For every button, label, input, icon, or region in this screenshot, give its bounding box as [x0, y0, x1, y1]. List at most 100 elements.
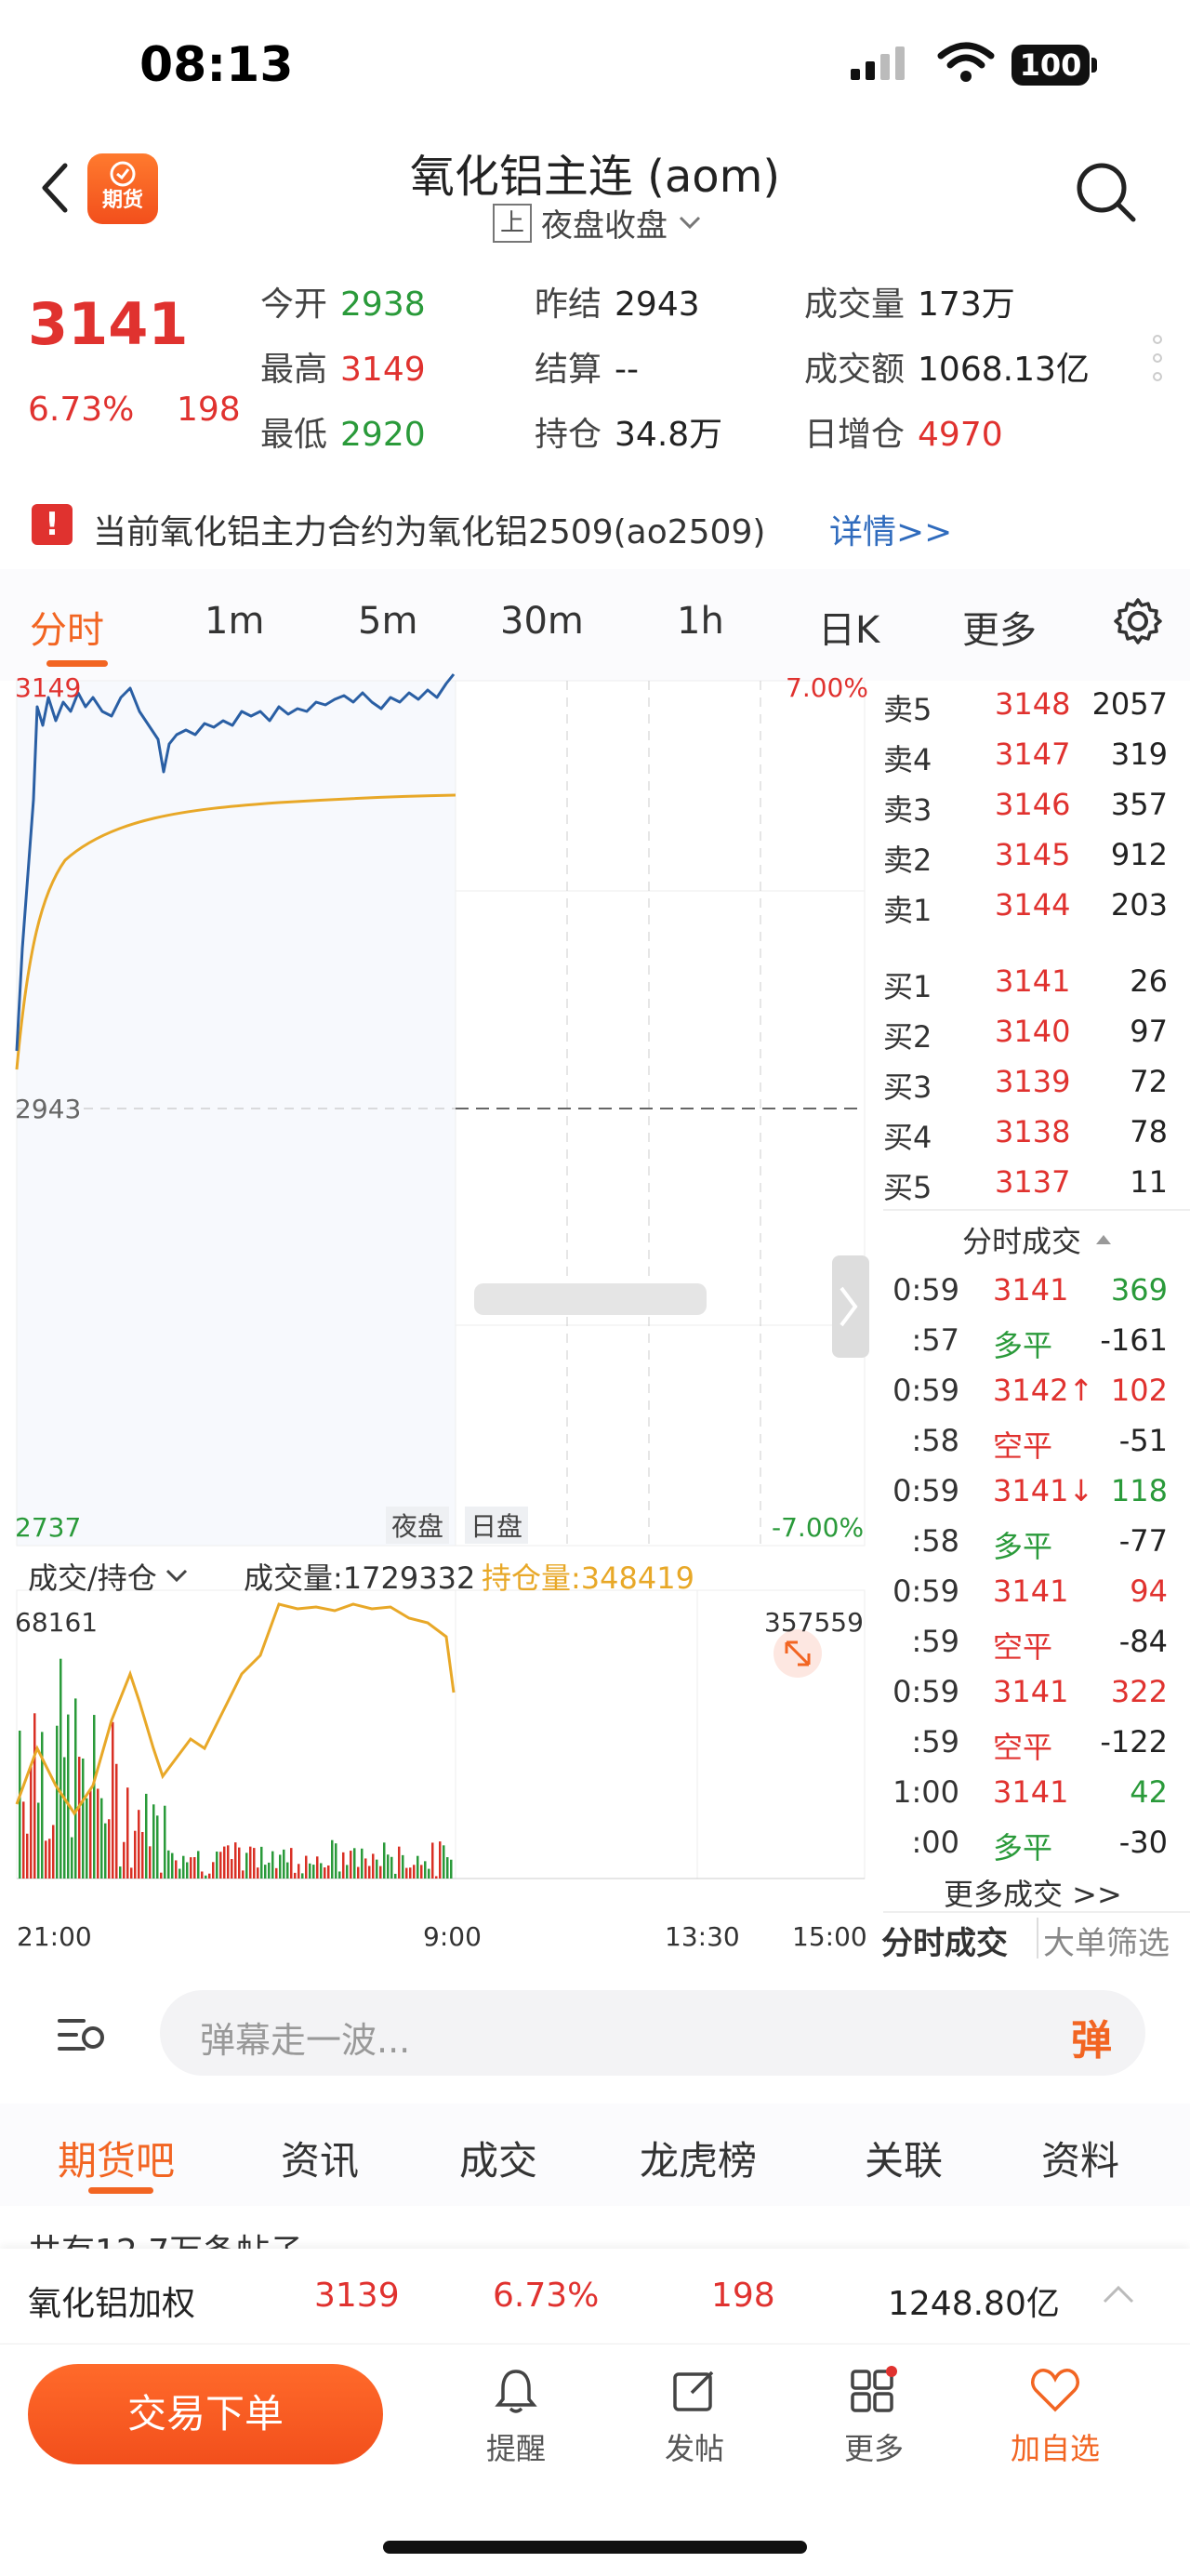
feed-tab-2[interactable]: 成交: [459, 2130, 537, 2186]
tick-time: :57: [911, 1322, 960, 1358]
tab-period-6[interactable]: 更多: [962, 600, 1037, 654]
reminder-button[interactable]: 提醒: [460, 2362, 572, 2468]
tick-time: :58: [911, 1523, 960, 1559]
tick-price: 多平: [993, 1830, 1053, 1866]
tab-tick-trades[interactable]: 分时成交: [881, 1918, 1008, 1963]
more-button[interactable]: 更多: [818, 2362, 930, 2468]
tick-time: :00: [911, 1825, 960, 1860]
ask-row: 卖5 3148 2057: [883, 686, 1181, 737]
volume-bar: [89, 1790, 92, 1879]
volume-bar: [19, 1730, 21, 1879]
tab-period-1[interactable]: 1m: [205, 600, 264, 643]
tab-period-2[interactable]: 5m: [358, 600, 417, 643]
tab-period-4[interactable]: 1h: [677, 600, 724, 643]
volume-bar: [141, 1831, 144, 1879]
search-icon[interactable]: [1074, 160, 1139, 225]
tick-time: :58: [911, 1423, 960, 1458]
chevron-up-icon[interactable]: [1102, 2284, 1135, 2304]
order-label: 卖5: [883, 692, 932, 727]
volume-bar: [357, 1866, 360, 1879]
trade-order-button[interactable]: 交易下单: [28, 2364, 383, 2464]
feed-tab-5[interactable]: 资料: [1041, 2130, 1119, 2186]
add-watchlist-label: 加自选: [1010, 2431, 1100, 2466]
volume-bar: [390, 1856, 393, 1879]
danmu-send-button[interactable]: 弹: [1071, 2007, 1112, 2066]
night-session-label[interactable]: 夜盘: [386, 1507, 450, 1544]
weighted-pct: 6.73%: [493, 2277, 600, 2315]
volume-bar: [327, 1865, 330, 1879]
indicator-selector[interactable]: 成交/持仓: [28, 1555, 189, 1598]
weighted-index-bar[interactable]: 氧化铝加权 3139 6.73% 198 1248.80亿: [0, 2249, 1190, 2342]
last-price: 3141: [28, 290, 189, 358]
tab-period-3[interactable]: 30m: [500, 600, 584, 643]
back-arrow-icon[interactable]: [37, 160, 74, 216]
feed-tab-4[interactable]: 关联: [865, 2130, 943, 2186]
volume-bar: [268, 1862, 271, 1879]
tick-time: 0:59: [892, 1373, 959, 1408]
more-ticks-link[interactable]: 更多成交 >>: [944, 1871, 1122, 1914]
more-dots-icon[interactable]: [1153, 335, 1164, 391]
tick-row: :58 多平 -77: [883, 1523, 1181, 1573]
volume-bar: [338, 1871, 341, 1879]
volume-bar: [26, 1833, 29, 1879]
volume-bar: [238, 1847, 241, 1879]
quote-field-value: --: [615, 351, 639, 389]
ticks-header-label: 分时成交: [962, 1224, 1082, 1259]
danmu-placeholder: 弹幕走一波...: [200, 2020, 411, 2061]
quote-field-label: 日增仓: [804, 416, 906, 454]
quote-field-value: 34.8万: [615, 416, 723, 454]
session-badge: 上: [493, 203, 532, 243]
tick-price: 3141↓: [993, 1473, 1094, 1508]
order-vol: 11: [1130, 1164, 1168, 1200]
gear-icon[interactable]: [1114, 597, 1162, 645]
order-label: 买3: [883, 1069, 932, 1105]
session-selector[interactable]: 上 夜盘收盘: [493, 200, 734, 246]
tick-volume: 322: [1110, 1674, 1168, 1709]
post-button[interactable]: 发帖: [639, 2362, 750, 2468]
volume-bar: [450, 1859, 453, 1879]
volume-bar: [286, 1862, 289, 1879]
tick-volume: 42: [1130, 1774, 1168, 1810]
order-label: 卖1: [883, 893, 932, 928]
notice-details-link[interactable]: 详情>>: [829, 505, 952, 553]
volume-bar: [167, 1850, 170, 1879]
volume-bar: [394, 1873, 397, 1879]
volume-bar: [152, 1804, 155, 1879]
tick-row: :00 多平 -30: [883, 1825, 1181, 1875]
quote-field-label: 结算: [535, 351, 602, 389]
volume-bar: [201, 1871, 204, 1879]
quote-field-label: 成交量: [804, 285, 906, 324]
volume-bar: [283, 1849, 285, 1879]
order-price: 3148: [995, 686, 1071, 722]
bid-row: 买1 3141 26: [883, 963, 1181, 1014]
order-vol: 357: [1110, 787, 1168, 822]
feed-tab-1[interactable]: 资讯: [281, 2130, 359, 2186]
post-label: 发帖: [664, 2431, 724, 2466]
day-session-label[interactable]: 日盘: [465, 1507, 529, 1544]
danmu-settings-icon[interactable]: [56, 2012, 108, 2058]
ticks-header[interactable]: 分时成交: [962, 1218, 1113, 1261]
volume-bar: [67, 1714, 70, 1879]
quote-field-value: 4970: [918, 416, 1003, 454]
tick-price: 3141: [993, 1674, 1069, 1709]
volume-bars: [19, 1658, 453, 1879]
order-label: 卖4: [883, 742, 932, 777]
add-watchlist-button[interactable]: 加自选: [999, 2362, 1111, 2468]
tab-period-5[interactable]: 日K: [818, 600, 879, 654]
volume-bar: [160, 1872, 163, 1879]
volume-bar: [275, 1867, 278, 1879]
feed-tab-0[interactable]: 期货吧: [58, 2130, 175, 2186]
volume-bar: [446, 1857, 449, 1879]
tab-intraday[interactable]: 分时: [30, 600, 104, 654]
volume-bar: [30, 1766, 33, 1879]
intraday-chart[interactable]: [0, 670, 874, 1953]
tick-row: :59 空平 -84: [883, 1624, 1181, 1674]
volume-bar: [212, 1862, 215, 1879]
volume-bar: [279, 1854, 282, 1879]
volume-bar: [350, 1851, 352, 1879]
open-interest-total: 持仓量:348419: [482, 1560, 694, 1596]
tab-large-orders[interactable]: 大单筛选: [1043, 1918, 1170, 1963]
order-price: 3139: [995, 1064, 1071, 1099]
feed-tab-3[interactable]: 龙虎榜: [640, 2130, 757, 2186]
tick-volume: -77: [1118, 1523, 1168, 1559]
